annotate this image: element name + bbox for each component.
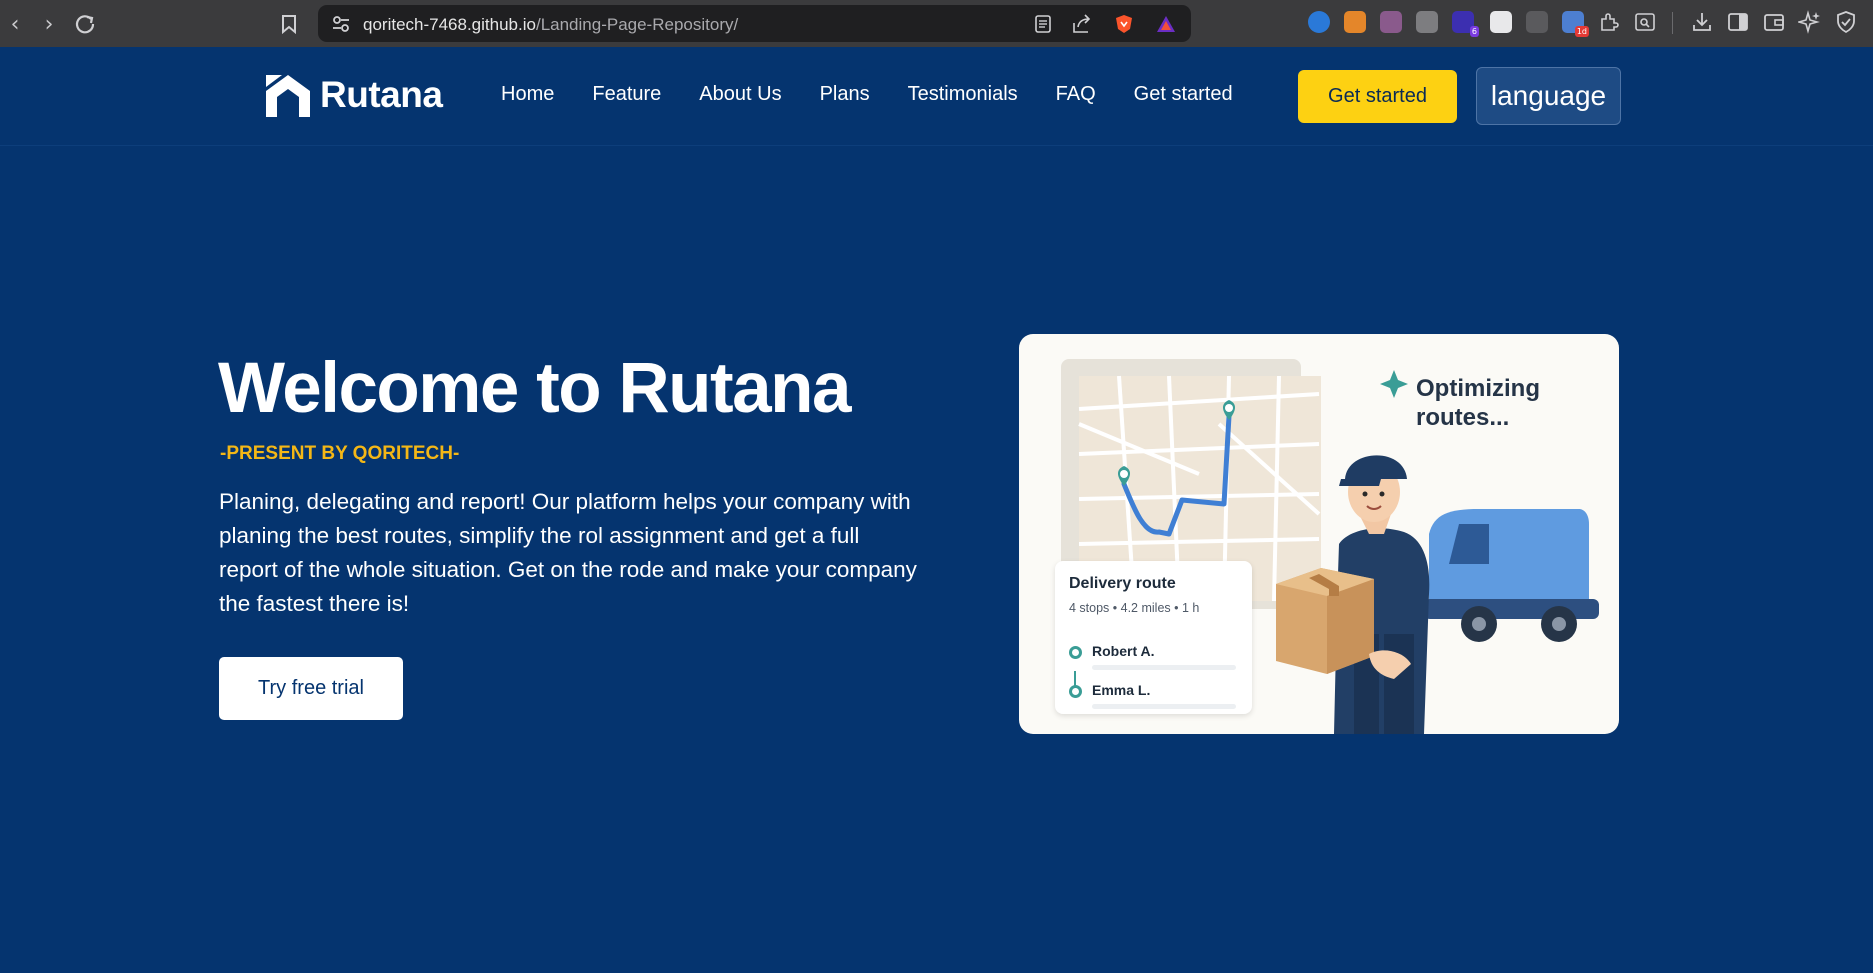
nav-testimonials[interactable]: Testimonials bbox=[908, 83, 1018, 106]
back-icon[interactable]: ‹ bbox=[0, 9, 30, 39]
stop-dot-icon bbox=[1069, 646, 1082, 659]
stop-progress-bar bbox=[1092, 704, 1236, 709]
stop-progress-bar bbox=[1092, 665, 1236, 670]
extension-badge: 1d bbox=[1574, 26, 1589, 37]
delivery-route-card: Delivery route 4 stops • 4.2 miles • 1 h… bbox=[1055, 561, 1252, 714]
main-nav: Home Feature About Us Plans Testimonials… bbox=[501, 83, 1271, 106]
nav-get-started[interactable]: Get started bbox=[1134, 83, 1233, 106]
language-button[interactable]: language bbox=[1476, 67, 1621, 125]
route-stop: Robert A. bbox=[1069, 643, 1239, 673]
toolbar-divider bbox=[1672, 12, 1673, 34]
extension-puzzle-blue-icon[interactable]: 6 bbox=[1452, 11, 1479, 37]
extension-grid-icon[interactable] bbox=[1526, 11, 1548, 33]
rutana-logo-icon bbox=[266, 75, 310, 117]
bookmark-icon[interactable] bbox=[274, 9, 304, 39]
extension-badge: 6 bbox=[1469, 26, 1479, 37]
extension-swirl-icon[interactable] bbox=[1308, 11, 1330, 33]
browser-toolbar: ‹ › qoritech-7468.github.io/Landing-Page… bbox=[0, 0, 1873, 47]
nav-feature[interactable]: Feature bbox=[592, 83, 661, 106]
nav-faq[interactable]: FAQ bbox=[1056, 83, 1096, 106]
downloads-icon[interactable] bbox=[1690, 10, 1714, 34]
extension-arrow-icon[interactable] bbox=[1490, 11, 1512, 33]
brand-name: Rutana bbox=[320, 74, 443, 115]
wallet-icon[interactable] bbox=[1762, 10, 1786, 34]
extensions-icon[interactable] bbox=[1597, 10, 1621, 34]
hero-subtitle: -PRESENT BY QORITECH- bbox=[220, 443, 460, 464]
hero-title: Welcome to Rutana bbox=[218, 349, 852, 428]
try-free-trial-button[interactable]: Try free trial bbox=[219, 657, 403, 720]
optimizing-routes-label: Optimizing routes... bbox=[1416, 375, 1540, 431]
stop-name: Emma L. bbox=[1092, 682, 1151, 698]
url-path: /Landing-Page-Repository/ bbox=[535, 15, 739, 34]
package-box bbox=[1276, 568, 1374, 674]
extension-megaphone-icon[interactable] bbox=[1380, 11, 1402, 33]
forward-icon[interactable]: › bbox=[34, 9, 64, 39]
nav-plans[interactable]: Plans bbox=[820, 83, 870, 106]
extension-flame-icon[interactable] bbox=[1344, 11, 1366, 33]
address-bar[interactable]: qoritech-7468.github.io/Landing-Page-Rep… bbox=[318, 5, 1191, 42]
sidebar-icon[interactable] bbox=[1726, 10, 1750, 34]
url-host: qoritech-7468.github.io bbox=[363, 15, 536, 34]
page-search-icon[interactable] bbox=[1633, 10, 1657, 34]
nav-home[interactable]: Home bbox=[501, 83, 554, 106]
hero-description: Planing, delegating and report! Our plat… bbox=[219, 489, 917, 616]
route-card-title: Delivery route bbox=[1069, 575, 1176, 592]
get-started-button[interactable]: Get started bbox=[1298, 70, 1457, 123]
hero-illustration: Optimizing routes... Delivery route 4 st… bbox=[1019, 334, 1619, 734]
delivery-van bbox=[1424, 509, 1599, 642]
site-header: Rutana Home Feature About Us Plans Testi… bbox=[0, 47, 1873, 146]
nav-about-us[interactable]: About Us bbox=[699, 83, 781, 106]
brave-shields-icon[interactable] bbox=[1113, 13, 1135, 35]
url-text[interactable]: qoritech-7468.github.io/Landing-Page-Rep… bbox=[363, 15, 738, 35]
route-stop: Emma L. bbox=[1069, 682, 1239, 712]
extension-calendar-icon[interactable]: 1d bbox=[1562, 11, 1589, 37]
vpn-icon[interactable] bbox=[1834, 10, 1858, 34]
reload-icon[interactable] bbox=[70, 9, 100, 39]
route-card-meta: 4 stops • 4.2 miles • 1 h bbox=[1069, 601, 1200, 615]
leo-ai-icon[interactable] bbox=[1798, 10, 1822, 34]
brave-rewards-icon[interactable] bbox=[1155, 13, 1177, 35]
site-settings-icon[interactable] bbox=[330, 13, 352, 35]
reader-mode-icon[interactable] bbox=[1032, 13, 1054, 35]
sparkle-icon bbox=[1380, 370, 1408, 398]
stop-name: Robert A. bbox=[1092, 643, 1155, 659]
share-icon[interactable] bbox=[1071, 13, 1093, 35]
stop-dot-icon bbox=[1069, 685, 1082, 698]
brand-logo[interactable]: Rutana bbox=[264, 73, 443, 117]
extension-camera-icon[interactable] bbox=[1416, 11, 1438, 33]
